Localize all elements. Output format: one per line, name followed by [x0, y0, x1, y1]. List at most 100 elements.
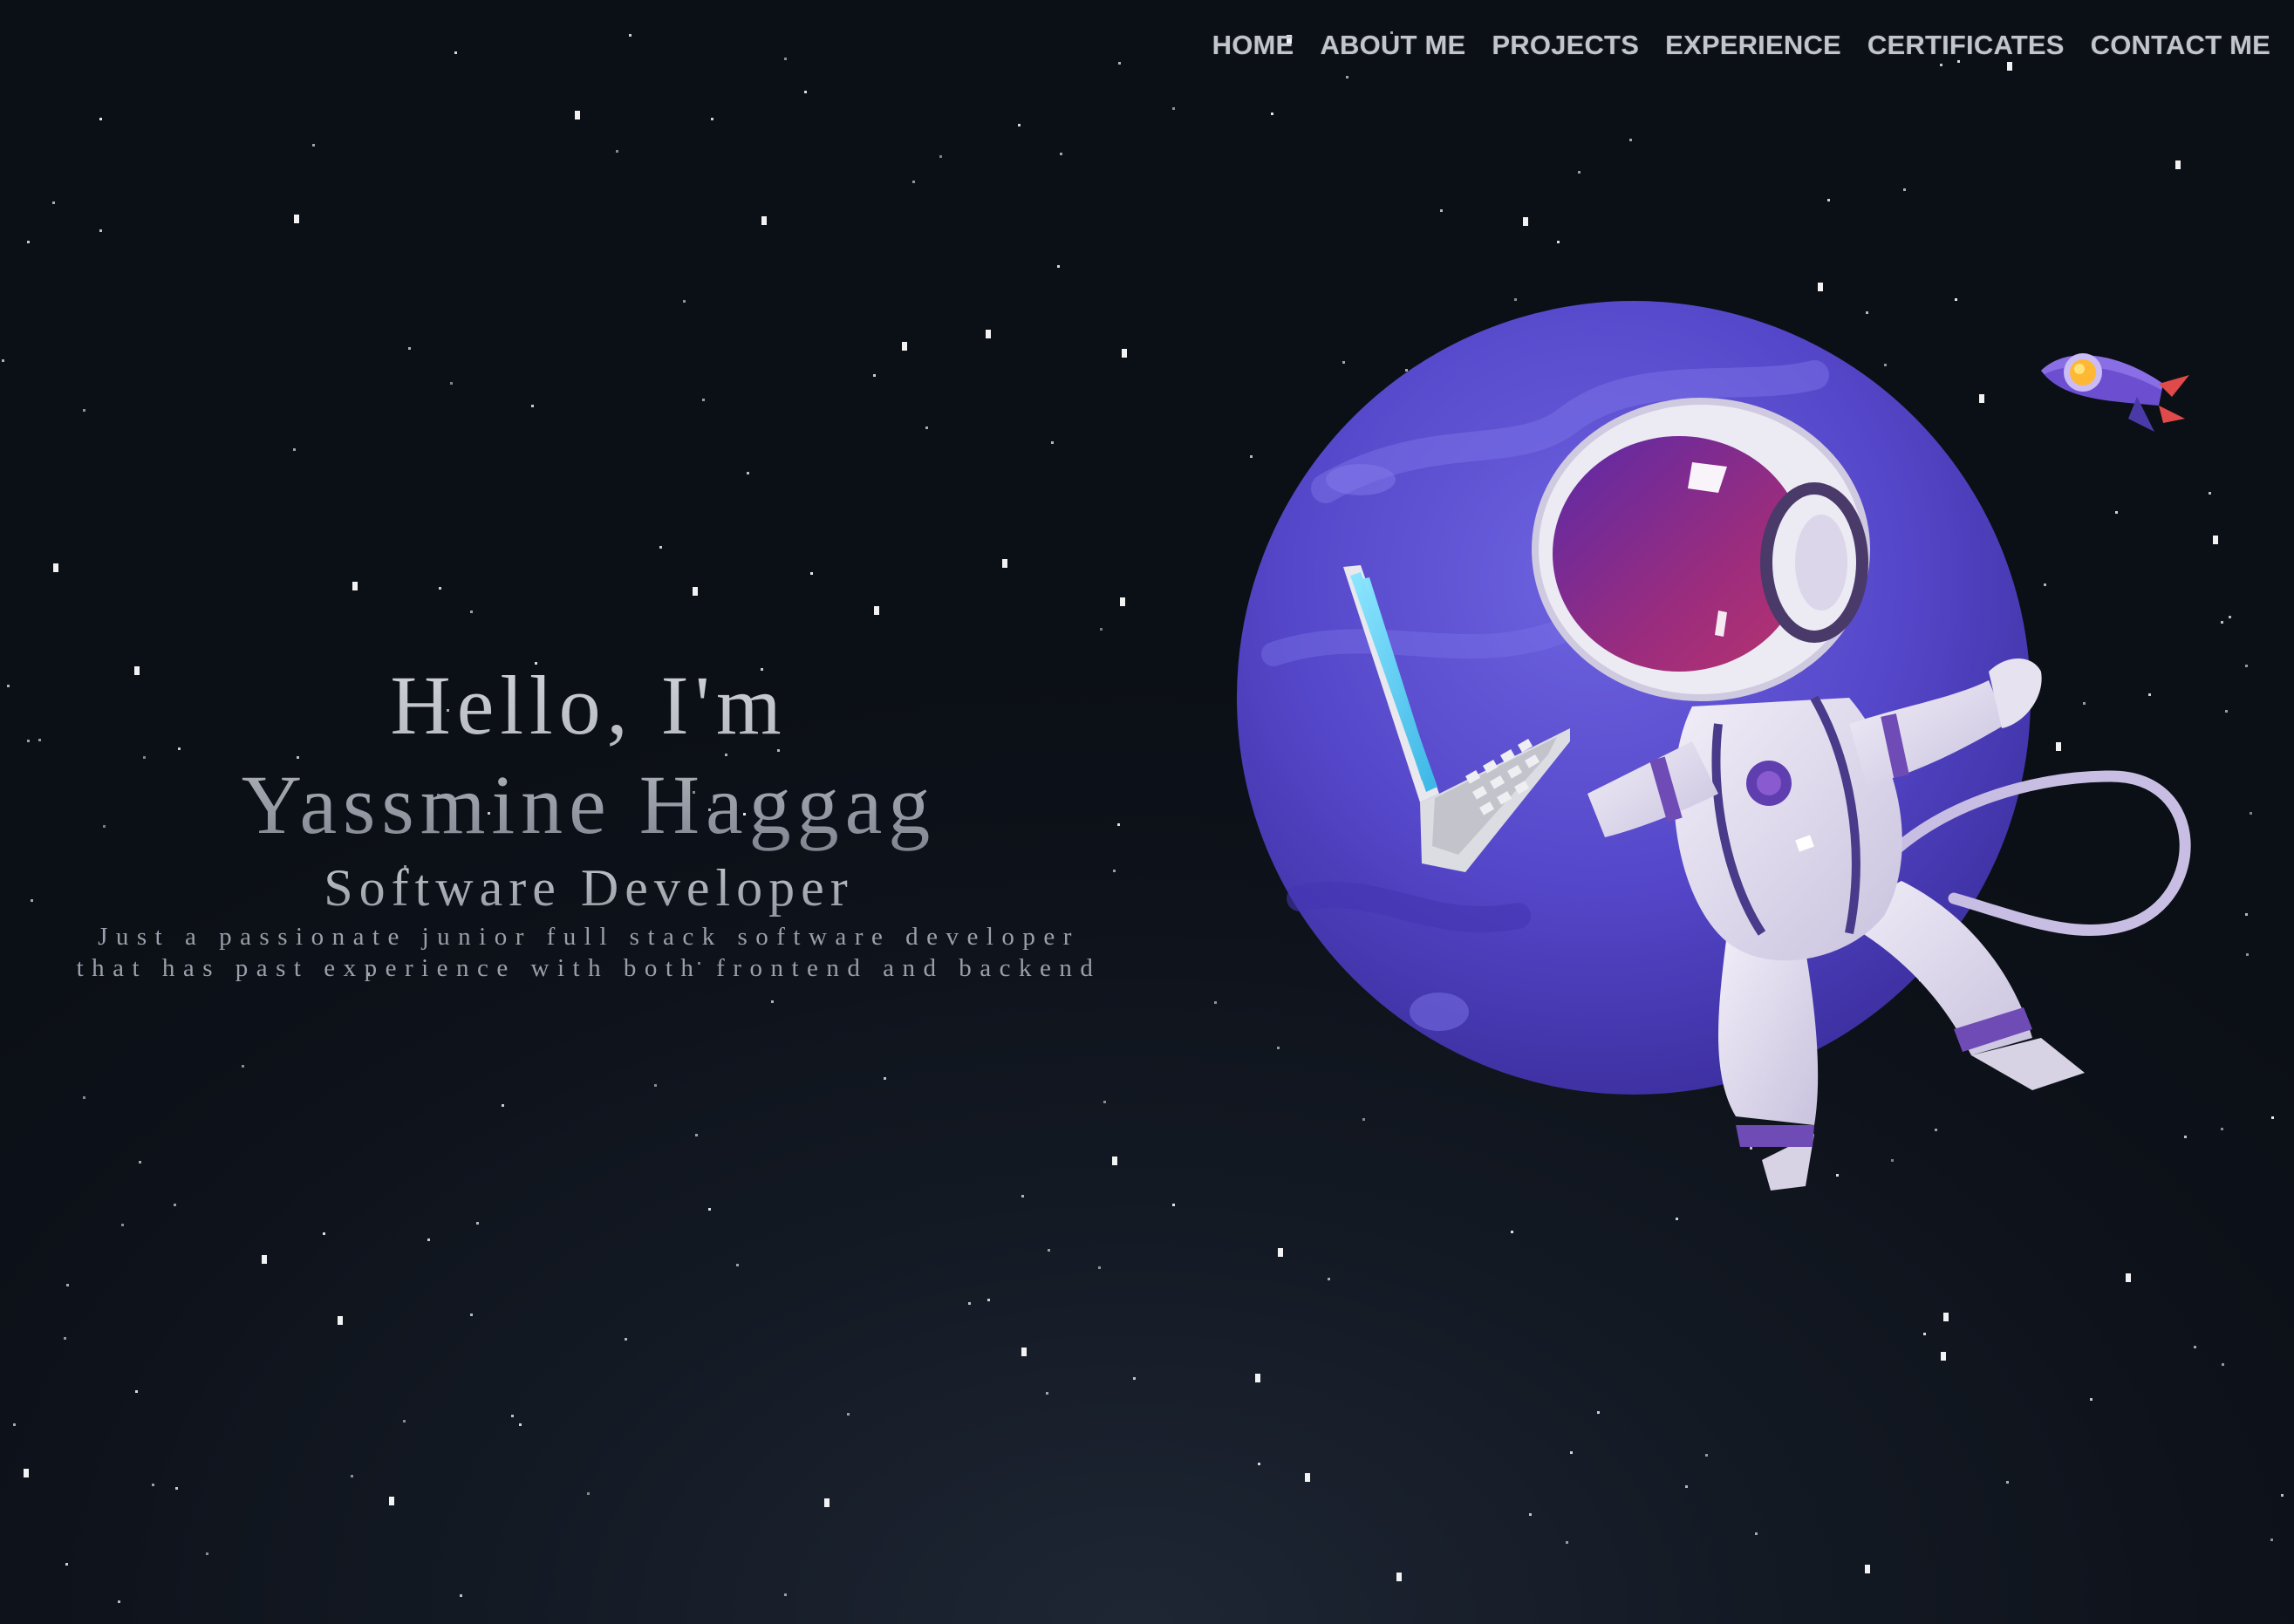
star: [450, 382, 453, 385]
star: [925, 426, 928, 429]
star: [810, 572, 813, 575]
star: [1021, 1195, 1024, 1198]
star: [206, 1552, 208, 1555]
star: [986, 330, 991, 338]
star: [293, 448, 296, 451]
hero-greeting: Hello, I'm: [390, 658, 788, 752]
star: [53, 563, 58, 572]
star: [2175, 160, 2181, 169]
star: [587, 1492, 590, 1495]
hero-description-line-1: Just a passionate junior full stack soft…: [98, 923, 1080, 951]
star: [629, 34, 632, 37]
star: [1021, 1348, 1027, 1356]
star: [939, 155, 942, 158]
star: [761, 216, 767, 225]
star: [476, 1222, 479, 1225]
star: [27, 241, 30, 243]
star: [695, 1134, 698, 1136]
star: [1112, 1157, 1117, 1165]
star: [139, 1161, 141, 1163]
star: [262, 1255, 267, 1264]
nav-projects[interactable]: PROJECTS: [1492, 30, 1639, 61]
star: [1118, 62, 1121, 65]
star: [470, 1314, 473, 1316]
top-navigation: HOME ABOUT ME PROJECTS EXPERIENCE CERTIF…: [1212, 30, 2270, 61]
star: [711, 118, 713, 120]
star: [575, 111, 580, 119]
star: [693, 587, 698, 596]
star: [338, 1316, 343, 1325]
star: [1578, 171, 1581, 174]
star: [1396, 1573, 1402, 1581]
star: [1827, 199, 1830, 201]
star: [2090, 1398, 2093, 1401]
star: [1570, 1451, 1573, 1454]
star: [683, 300, 686, 303]
star: [1328, 1278, 1330, 1280]
hero-description-line-2: that has past experience with both front…: [76, 954, 1102, 982]
star: [902, 342, 907, 351]
star: [52, 201, 55, 204]
star: [784, 58, 787, 60]
star: [1120, 597, 1125, 606]
star: [323, 1232, 325, 1235]
star: [24, 1469, 29, 1477]
nav-about-me[interactable]: ABOUT ME: [1320, 30, 1465, 61]
star: [389, 1497, 394, 1505]
star: [1103, 1101, 1106, 1103]
star: [65, 1563, 68, 1566]
nav-experience[interactable]: EXPERIENCE: [1665, 30, 1841, 61]
star: [747, 472, 749, 474]
star: [1255, 1374, 1260, 1382]
nav-certificates[interactable]: CERTIFICATES: [1867, 30, 2065, 61]
star: [1597, 1411, 1600, 1414]
star: [659, 546, 662, 549]
star: [1903, 188, 1906, 191]
star: [83, 1096, 85, 1099]
star: [1271, 113, 1273, 115]
star: [312, 144, 315, 147]
star: [1122, 349, 1127, 358]
star: [460, 1594, 462, 1597]
star: [99, 229, 102, 232]
star: [708, 1208, 711, 1211]
star: [2, 359, 4, 362]
star: [1018, 124, 1021, 126]
star: [1002, 559, 1007, 568]
hero-description: Just a passionate junior full stack soft…: [0, 921, 1178, 984]
star: [1098, 1266, 1101, 1269]
star: [99, 118, 102, 120]
star: [1923, 1333, 1926, 1335]
star: [1705, 1454, 1708, 1457]
star: [1278, 1248, 1283, 1257]
star: [625, 1338, 627, 1341]
star: [1865, 1565, 1870, 1573]
star: [2281, 1494, 2284, 1497]
star: [912, 181, 915, 183]
star: [654, 1084, 657, 1087]
star: [1440, 209, 1443, 212]
star: [1941, 1352, 1946, 1361]
star: [1100, 628, 1103, 631]
star: [1676, 1218, 1678, 1220]
star: [121, 1224, 124, 1226]
star: [616, 150, 618, 153]
star: [847, 1413, 850, 1416]
star: [804, 91, 807, 93]
star: [1046, 1392, 1048, 1395]
star: [1060, 153, 1062, 155]
star: [175, 1487, 178, 1490]
nav-contact-me[interactable]: CONTACT ME: [2091, 30, 2270, 61]
star: [83, 409, 85, 412]
star: [1172, 107, 1175, 110]
star: [884, 1077, 886, 1080]
page: HOME ABOUT ME PROJECTS EXPERIENCE CERTIF…: [0, 0, 2294, 1624]
star: [352, 582, 358, 590]
nav-home[interactable]: HOME: [1212, 30, 1294, 61]
star: [1940, 64, 1942, 66]
star: [403, 1420, 406, 1423]
star: [736, 1264, 739, 1266]
star: [242, 1065, 244, 1068]
star: [1685, 1485, 1688, 1488]
star: [2194, 1346, 2196, 1348]
